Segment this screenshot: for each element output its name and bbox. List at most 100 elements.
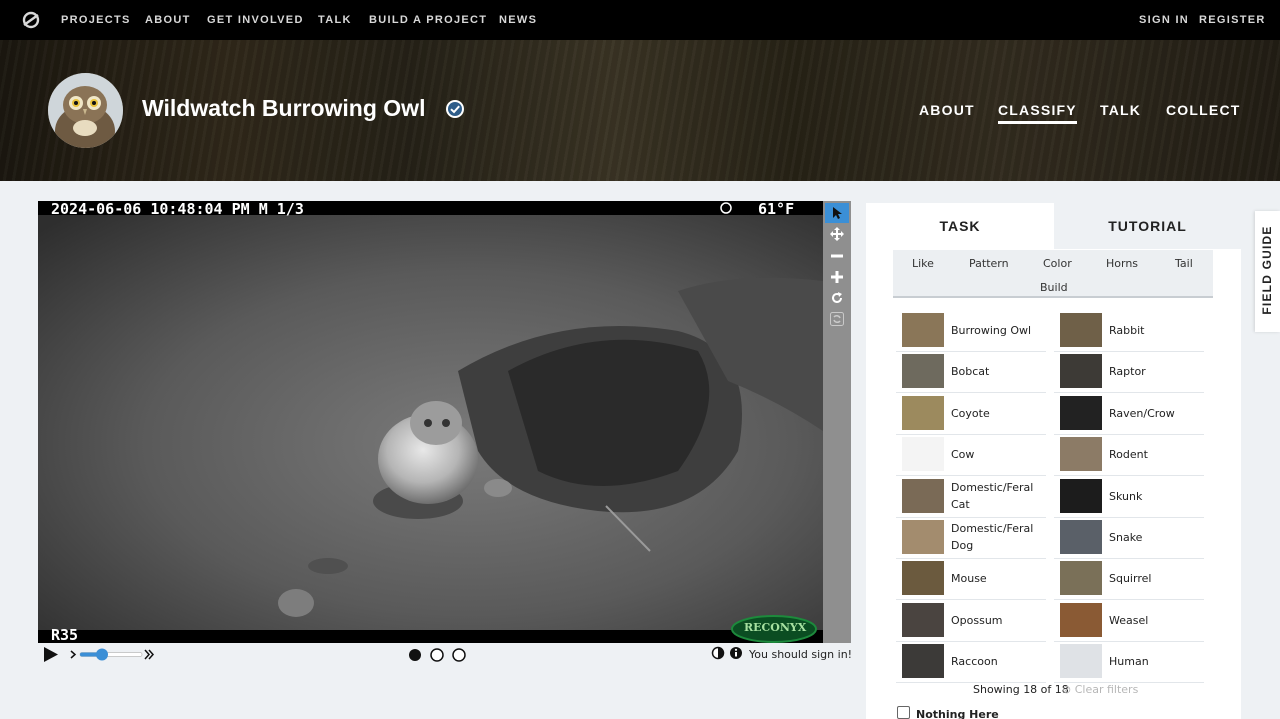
- species-choice[interactable]: Weasel: [1054, 600, 1204, 641]
- species-choice[interactable]: Rodent: [1054, 434, 1204, 475]
- step-forward-icon[interactable]: [70, 650, 77, 659]
- species-thumbnail: [902, 561, 944, 596]
- species-label: Weasel: [1109, 613, 1149, 627]
- nothing-here-checkbox[interactable]: [897, 706, 910, 719]
- filter-build[interactable]: Build: [1040, 281, 1068, 294]
- tab-task[interactable]: TASK: [866, 203, 1054, 249]
- field-guide-tab[interactable]: FIELD GUIDE: [1255, 211, 1280, 332]
- species-choice[interactable]: Cow: [896, 434, 1046, 475]
- project-link-about[interactable]: ABOUT: [919, 102, 975, 118]
- nav-link-build-a-project[interactable]: BUILD A PROJECT: [369, 14, 487, 26]
- species-choice[interactable]: Raccoon: [896, 641, 1046, 682]
- species-choice[interactable]: Snake: [1054, 517, 1204, 558]
- filter-horns[interactable]: Horns: [1106, 257, 1138, 270]
- filter-like[interactable]: Like: [912, 257, 934, 270]
- nav-link-projects[interactable]: PROJECTS: [61, 14, 131, 26]
- clear-circle-icon: ⊘: [1062, 683, 1072, 696]
- pan-tool[interactable]: [825, 224, 849, 244]
- frame-dot-1[interactable]: [409, 649, 421, 661]
- filter-color[interactable]: Color: [1043, 257, 1072, 270]
- project-link-collect[interactable]: COLLECT: [1166, 102, 1241, 118]
- nav-link-about[interactable]: ABOUT: [145, 14, 191, 26]
- tab-tutorial[interactable]: TUTORIAL: [1054, 203, 1241, 249]
- nav-link-news[interactable]: NEWS: [499, 14, 537, 26]
- species-thumbnail: [1060, 644, 1102, 679]
- fast-forward-icon[interactable]: [144, 649, 155, 660]
- species-choice[interactable]: Raven/Crow: [1054, 393, 1204, 434]
- info-icon[interactable]: [730, 647, 742, 659]
- species-thumbnail: [902, 644, 944, 679]
- rotate-tool[interactable]: [825, 288, 849, 308]
- species-choice[interactable]: Burrowing Owl: [896, 310, 1046, 351]
- species-choice[interactable]: Raptor: [1054, 351, 1204, 392]
- clear-filters-label: Clear filters: [1074, 683, 1139, 696]
- zoom-out-tool[interactable]: [825, 246, 849, 266]
- project-banner: Wildwatch Burrowing Owl ABOUT CLASSIFY T…: [0, 40, 1280, 181]
- speed-slider[interactable]: [79, 648, 143, 661]
- cursor-arrow-icon: [833, 207, 842, 219]
- species-label: Rabbit: [1109, 324, 1145, 337]
- species-thumbnail: [902, 520, 944, 554]
- refresh-icon: [830, 312, 844, 326]
- pointer-tool[interactable]: [825, 203, 849, 223]
- project-avatar[interactable]: [48, 73, 123, 148]
- showing-count: Showing 18 of 18: [973, 683, 1069, 696]
- clear-filters-button[interactable]: ⊘ Clear filters: [1062, 683, 1138, 696]
- species-choice[interactable]: Squirrel: [1054, 558, 1204, 599]
- species-label: Raccoon: [951, 655, 998, 669]
- species-choice[interactable]: Domestic/Feral Dog: [896, 517, 1046, 558]
- species-thumbnail: [1060, 561, 1102, 596]
- species-label: Raven/Crow: [1109, 406, 1175, 420]
- frame-pager: [409, 648, 466, 662]
- species-choice[interactable]: Human: [1054, 641, 1204, 682]
- species-label: Raptor: [1109, 365, 1146, 379]
- project-link-talk[interactable]: TALK: [1100, 102, 1141, 118]
- species-label: Domestic/Feral Cat: [951, 480, 1034, 511]
- viewer-info-controls: [711, 646, 742, 660]
- register-link[interactable]: REGISTER: [1199, 14, 1266, 26]
- species-thumbnail: [1060, 313, 1102, 347]
- species-label: Coyote: [951, 406, 990, 420]
- species-thumbnail: [1060, 478, 1102, 513]
- filter-pattern[interactable]: Pattern: [969, 257, 1009, 270]
- species-label: Skunk: [1109, 489, 1143, 503]
- species-choice[interactable]: Mouse: [896, 558, 1046, 599]
- species-label: Cow: [951, 448, 975, 462]
- camera-brand-logo: RECONYX: [744, 621, 807, 634]
- species-thumbnail: [902, 313, 944, 347]
- species-label: Snake: [1109, 531, 1143, 544]
- sign-in-link[interactable]: SIGN IN: [1139, 14, 1189, 26]
- species-choice[interactable]: Bobcat: [896, 351, 1046, 392]
- top-nav: PROJECTS ABOUT GET INVOLVED TALK BUILD A…: [0, 0, 1280, 40]
- species-label: Human: [1109, 655, 1149, 669]
- verified-badge-icon: [446, 100, 464, 118]
- species-choice[interactable]: Coyote: [896, 393, 1046, 434]
- project-title: Wildwatch Burrowing Owl: [142, 95, 426, 121]
- zooniverse-logo-icon[interactable]: [21, 10, 41, 30]
- nav-link-get-involved[interactable]: GET INVOLVED: [207, 14, 304, 26]
- play-button-icon[interactable]: [44, 647, 58, 662]
- species-choice[interactable]: Opossum: [896, 600, 1046, 641]
- species-choice[interactable]: Rabbit: [1054, 310, 1204, 351]
- project-link-classify[interactable]: CLASSIFY: [998, 102, 1077, 124]
- minus-icon: [831, 254, 843, 258]
- species-thumbnail: [1060, 437, 1102, 472]
- frame-dot-2[interactable]: [430, 648, 444, 662]
- camera-temperature: 61°F: [758, 201, 795, 218]
- reset-tool[interactable]: [825, 309, 849, 329]
- species-label: Bobcat: [951, 365, 990, 379]
- species-choice[interactable]: Domestic/Feral Cat: [896, 476, 1046, 517]
- subject-image[interactable]: 2024-06-06 10:48:04 PM M 1/3 61°F R35 RE…: [38, 201, 823, 643]
- species-thumbnail: [902, 602, 944, 637]
- filter-tail[interactable]: Tail: [1175, 257, 1193, 270]
- playback-controls: [44, 647, 155, 662]
- frame-dot-3[interactable]: [452, 648, 466, 662]
- species-thumbnail: [902, 437, 944, 472]
- nav-link-talk[interactable]: TALK: [318, 14, 352, 26]
- invert-contrast-icon[interactable]: [711, 646, 725, 660]
- zoom-in-tool[interactable]: [825, 267, 849, 287]
- species-choice[interactable]: Skunk: [1054, 476, 1204, 517]
- move-arrows-icon: [830, 227, 844, 241]
- plus-icon: [831, 271, 843, 283]
- nothing-here-label[interactable]: Nothing Here: [916, 708, 999, 719]
